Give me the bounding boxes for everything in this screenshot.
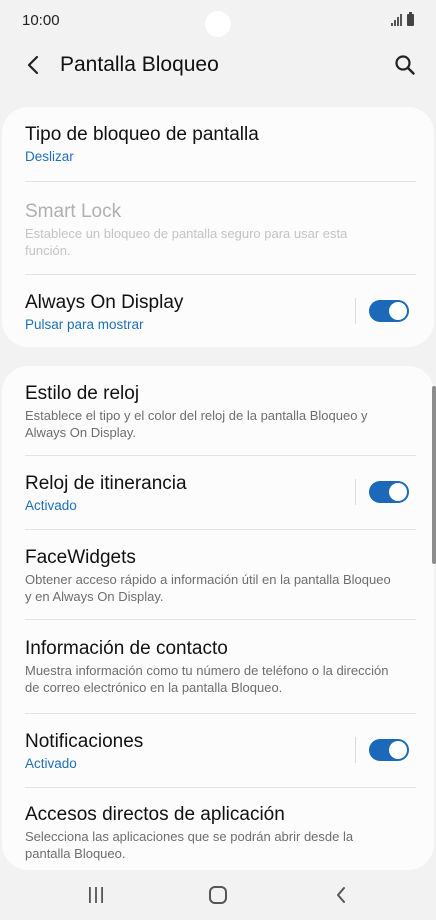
row-smart-lock: Smart Lock Establece un bloqueo de panta… <box>2 182 434 274</box>
settings-card-display: Estilo de reloj Establece el tipo y el c… <box>2 366 434 870</box>
row-facewidgets[interactable]: FaceWidgets Obtener acceso rápido a info… <box>2 530 434 619</box>
row-subtitle: Deslizar <box>25 149 74 164</box>
row-notifications[interactable]: Notificaciones Activado <box>2 714 434 787</box>
app-header: Pantalla Bloqueo <box>0 40 436 90</box>
row-screen-lock-type[interactable]: Tipo de bloqueo de pantalla Deslizar <box>2 107 434 181</box>
row-contact-info[interactable]: Información de contacto Muestra informac… <box>2 620 434 713</box>
row-title: Accesos directos de aplicación <box>25 804 285 825</box>
row-description: Establece un bloqueo de pantalla seguro … <box>25 226 348 258</box>
recent-apps-button[interactable] <box>76 880 116 910</box>
row-description: Muestra información como tu número de te… <box>25 663 389 695</box>
row-description: Obtener acceso rápido a información útil… <box>25 572 391 604</box>
always-on-display-toggle[interactable] <box>369 300 409 322</box>
settings-card-lock: Tipo de bloqueo de pantalla Deslizar Sma… <box>2 107 434 347</box>
home-button[interactable] <box>198 880 238 910</box>
row-description: Establece el tipo y el color del reloj d… <box>25 408 368 440</box>
row-roaming-clock[interactable]: Reloj de itinerancia Activado <box>2 456 434 529</box>
toggle-knob <box>389 483 407 501</box>
signal-icon <box>391 14 402 26</box>
navigation-bar <box>0 870 436 920</box>
battery-icon <box>407 12 414 26</box>
row-title: Notificaciones <box>25 731 144 752</box>
camera-cutout <box>205 11 231 37</box>
row-subtitle: Activado <box>25 756 77 771</box>
page-title: Pantalla Bloqueo <box>60 53 219 76</box>
row-description: Selecciona las aplicaciones que se podrá… <box>25 829 354 861</box>
scrollbar[interactable] <box>432 386 436 564</box>
vertical-separator <box>355 298 356 324</box>
home-icon <box>209 886 227 904</box>
row-subtitle: Pulsar para mostrar <box>25 317 144 332</box>
roaming-clock-toggle[interactable] <box>369 481 409 503</box>
search-icon <box>395 55 415 75</box>
status-icons <box>391 12 414 26</box>
row-title: Información de contacto <box>25 638 228 659</box>
row-title: Tipo de bloqueo de pantalla <box>25 124 259 145</box>
row-title: Estilo de reloj <box>25 383 140 404</box>
row-clock-style[interactable]: Estilo de reloj Establece el tipo y el c… <box>2 366 434 455</box>
row-title: Always On Display <box>25 292 184 313</box>
row-app-shortcuts[interactable]: Accesos directos de aplicación Seleccion… <box>2 788 434 870</box>
row-title: Reloj de itinerancia <box>25 473 187 494</box>
toggle-knob <box>389 741 407 759</box>
vertical-separator <box>355 479 356 505</box>
back-icon <box>337 887 345 903</box>
vertical-separator <box>355 737 356 763</box>
row-subtitle: Activado <box>25 498 77 513</box>
toggle-knob <box>389 302 407 320</box>
back-button[interactable] <box>16 50 50 80</box>
status-bar: 10:00 <box>0 0 436 40</box>
row-title: FaceWidgets <box>25 547 136 568</box>
search-button[interactable] <box>388 50 422 80</box>
row-always-on-display[interactable]: Always On Display Pulsar para mostrar <box>2 275 434 347</box>
status-time: 10:00 <box>22 12 60 29</box>
recent-apps-icon <box>89 887 103 903</box>
nav-back-button[interactable] <box>321 880 361 910</box>
screen: 10:00 Pantalla Bloqueo Tipo de bloqueo d… <box>0 0 436 920</box>
notifications-toggle[interactable] <box>369 739 409 761</box>
chevron-left-icon <box>27 55 39 75</box>
row-title: Smart Lock <box>25 201 122 222</box>
